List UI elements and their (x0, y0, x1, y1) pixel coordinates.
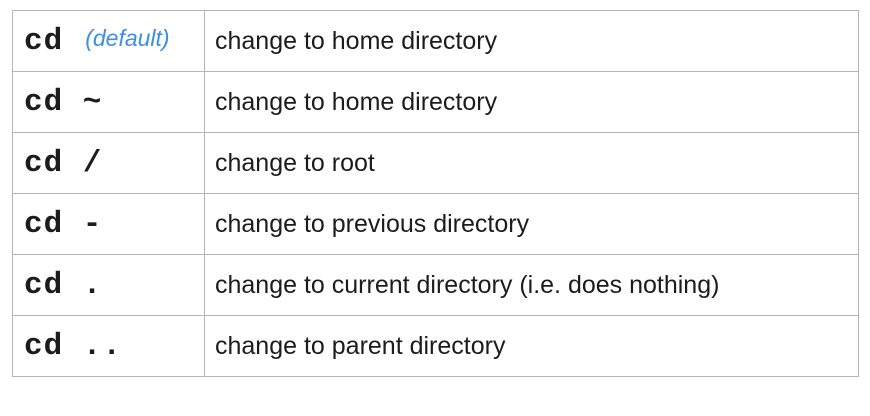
table-row: cd - change to previous directory (12, 193, 859, 255)
command-cell: cd .. (12, 315, 205, 377)
command-cell: cd ~ (12, 71, 205, 133)
default-note: (default) (85, 24, 170, 51)
cd-commands-table: cd (default) change to home directory cd … (12, 10, 859, 377)
command-cell: cd (default) (12, 10, 205, 72)
table-row: cd . change to current directory (i.e. d… (12, 254, 859, 316)
command-text: cd - (24, 206, 103, 242)
command-text: cd .. (24, 328, 123, 364)
command-text: cd ~ (24, 84, 103, 120)
table-row: cd (default) change to home directory (12, 10, 859, 72)
command-cell: cd . (12, 254, 205, 316)
command-text: cd / (24, 145, 103, 181)
command-cell: cd - (12, 193, 205, 255)
command-cell: cd / (12, 132, 205, 194)
command-text: cd . (24, 267, 103, 303)
table-row: cd / change to root (12, 132, 859, 194)
description-cell: change to current directory (i.e. does n… (204, 254, 859, 316)
description-cell: change to previous directory (204, 193, 859, 255)
description-cell: change to home directory (204, 71, 859, 133)
command-text: cd (24, 23, 64, 59)
table-row: cd ~ change to home directory (12, 71, 859, 133)
description-cell: change to parent directory (204, 315, 859, 377)
description-cell: change to root (204, 132, 859, 194)
description-cell: change to home directory (204, 10, 859, 72)
table-row: cd .. change to parent directory (12, 315, 859, 377)
